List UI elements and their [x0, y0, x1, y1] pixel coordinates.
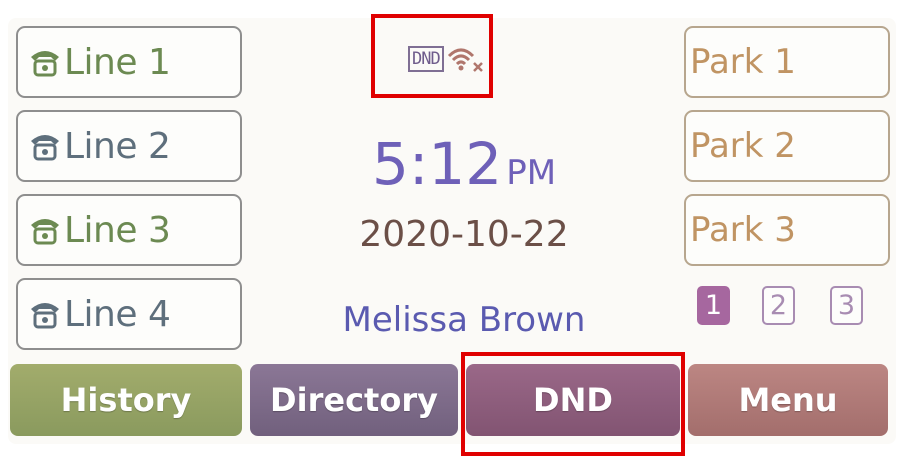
softkey-label: History: [60, 381, 192, 419]
phone-handset-icon: [31, 219, 59, 245]
user-name: Melissa Brown: [342, 300, 586, 340]
softkey-label: Menu: [738, 381, 838, 419]
clock-time: 5:12: [371, 130, 503, 198]
line-key-label: Line 1: [64, 41, 171, 83]
clock-ampm: PM: [506, 153, 557, 193]
line-key-4[interactable]: Line 4: [16, 278, 242, 350]
dnd-status-badge: DND: [408, 46, 444, 72]
park-key-label: Park 1: [690, 42, 796, 82]
line-key-label: Line 3: [64, 209, 171, 251]
phone-handset-icon: [31, 51, 59, 77]
softkey-history[interactable]: History: [10, 364, 242, 436]
park-key-label: Park 2: [690, 126, 796, 166]
softkey-directory[interactable]: Directory: [250, 364, 458, 436]
date-display: 2020-10-22: [359, 214, 569, 255]
line-key-1[interactable]: Line 1: [16, 26, 242, 98]
line-key-label: Line 2: [64, 125, 171, 167]
softkey-dnd[interactable]: DND: [466, 364, 680, 436]
clock-display: 5:12 PM: [250, 134, 678, 203]
status-bar: DND: [408, 44, 489, 74]
softkey-label: DND: [533, 381, 613, 419]
line-key-2[interactable]: Line 2: [16, 110, 242, 182]
softkey-menu[interactable]: Menu: [688, 364, 888, 436]
park-key-2[interactable]: Park 2: [684, 110, 890, 182]
wifi-disconnected-icon: [447, 48, 483, 72]
softkey-label: Directory: [270, 381, 438, 419]
page-indicator-1[interactable]: 1: [697, 286, 730, 325]
park-key-1[interactable]: Park 1: [684, 26, 890, 98]
park-key-3[interactable]: Park 3: [684, 194, 890, 266]
park-key-label: Park 3: [690, 210, 796, 250]
page-indicator-3[interactable]: 3: [830, 286, 863, 325]
line-key-3[interactable]: Line 3: [16, 194, 242, 266]
phone-handset-icon: [31, 135, 59, 161]
phone-handset-icon: [31, 303, 59, 329]
page-indicator-2[interactable]: 2: [762, 286, 795, 325]
line-key-label: Line 4: [64, 293, 171, 335]
